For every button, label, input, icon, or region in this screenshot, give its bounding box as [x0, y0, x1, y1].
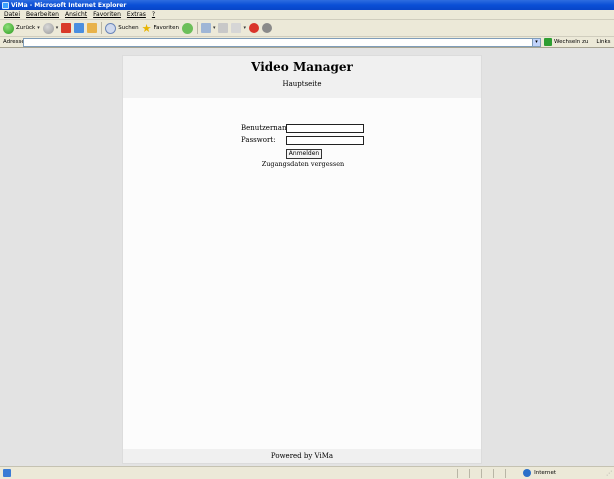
menu-extras[interactable]: Extras: [127, 11, 146, 18]
back-arrow-icon: [3, 22, 14, 34]
search-button[interactable]: Suchen: [105, 21, 139, 35]
ie-icon: [2, 1, 9, 9]
back-button[interactable]: Zurück ▾: [3, 21, 40, 35]
password-row: Passwort:: [241, 134, 371, 146]
login-form: Benutzername: Passwort: Anmelden: [241, 122, 371, 159]
resize-grip-icon[interactable]: ⋰: [606, 470, 612, 477]
status-pane: [481, 468, 493, 478]
menu-favoriten[interactable]: Favoriten: [93, 11, 121, 18]
chevron-down-icon: ▾: [243, 25, 246, 31]
history-button[interactable]: [181, 21, 193, 35]
status-pane: [493, 468, 505, 478]
messenger-icon: [261, 23, 272, 33]
star-icon: ★: [141, 21, 152, 35]
password-input[interactable]: [286, 135, 364, 145]
go-arrow-icon: [544, 38, 552, 46]
address-input[interactable]: ▾: [23, 37, 541, 47]
menu-datei[interactable]: Datei: [4, 11, 20, 18]
menu-ansicht[interactable]: Ansicht: [65, 11, 87, 18]
password-label: Passwort:: [241, 136, 276, 144]
login-button[interactable]: Anmelden: [286, 149, 322, 159]
nav-home-link[interactable]: Hauptseite: [123, 80, 481, 88]
go-label: Wechseln zu: [554, 39, 589, 45]
print-icon: [218, 23, 229, 33]
page-footer: Powered by ViMa: [123, 449, 481, 463]
print-button[interactable]: [218, 21, 229, 35]
favorites-button[interactable]: ★ Favoriten: [142, 21, 179, 35]
forward-button[interactable]: ▾: [42, 21, 59, 35]
toolbar-separator: [196, 22, 198, 34]
address-bar: Adresse ▾ Wechseln zu Links: [0, 37, 614, 48]
search-icon: [105, 22, 117, 34]
address-label: Adresse: [3, 39, 25, 45]
home-icon: [87, 23, 98, 33]
toolbar: Zurück ▾ ▾ Suchen ★ Favoriten ▾ ▾: [0, 20, 614, 37]
chevron-down-icon: ▾: [37, 25, 40, 31]
history-icon: [181, 22, 193, 34]
home-button[interactable]: [87, 21, 98, 35]
status-bar: Internet ⋰: [0, 466, 614, 479]
chevron-down-icon: ▾: [55, 25, 59, 31]
edit-icon: [231, 23, 242, 33]
toolbar-separator: [101, 22, 103, 34]
links-button[interactable]: Links: [596, 39, 610, 45]
username-label: Benutzername:: [241, 124, 296, 132]
zone-label: Internet: [534, 470, 556, 476]
menu-help[interactable]: ?: [152, 11, 155, 18]
page-header: Video Manager Hauptseite: [123, 56, 481, 98]
username-input[interactable]: [286, 123, 364, 133]
go-button[interactable]: Wechseln zu: [544, 38, 588, 46]
chevron-down-icon: ▾: [212, 25, 216, 31]
status-pane: [457, 468, 469, 478]
username-row: Benutzername:: [241, 122, 371, 134]
discuss-button[interactable]: [248, 21, 259, 35]
discuss-icon: [248, 23, 259, 33]
page-icon: [3, 469, 11, 477]
menu-bearbeiten[interactable]: Bearbeiten: [26, 11, 59, 18]
status-pane: [505, 468, 517, 478]
browser-viewport: Video Manager Hauptseite Benutzername: P…: [0, 48, 614, 466]
status-pane: [469, 468, 481, 478]
refresh-button[interactable]: [74, 21, 85, 35]
stop-button[interactable]: [61, 21, 72, 35]
page-title: Video Manager: [251, 60, 353, 74]
web-page: Video Manager Hauptseite Benutzername: P…: [122, 55, 482, 464]
globe-icon: [523, 469, 532, 477]
menu-bar: Datei Bearbeiten Ansicht Favoriten Extra…: [0, 10, 614, 20]
search-label: Suchen: [118, 25, 139, 31]
chevron-down-icon[interactable]: ▾: [532, 38, 540, 46]
mail-icon: [200, 23, 211, 33]
forgot-credentials-link[interactable]: Zugangsdaten vergessen: [123, 160, 483, 168]
security-zone: Internet: [523, 469, 556, 477]
refresh-icon: [74, 23, 85, 33]
stop-icon: [61, 23, 72, 33]
back-label: Zurück: [16, 25, 36, 31]
window-title: ViMa - Microsoft Internet Explorer: [11, 1, 127, 9]
mail-button[interactable]: ▾: [200, 21, 216, 35]
favorites-label: Favoriten: [153, 25, 179, 31]
messenger-button[interactable]: [261, 21, 272, 35]
edit-button[interactable]: ▾: [231, 21, 246, 35]
window-titlebar: ViMa - Microsoft Internet Explorer: [0, 0, 614, 10]
forward-arrow-icon: [42, 22, 54, 34]
